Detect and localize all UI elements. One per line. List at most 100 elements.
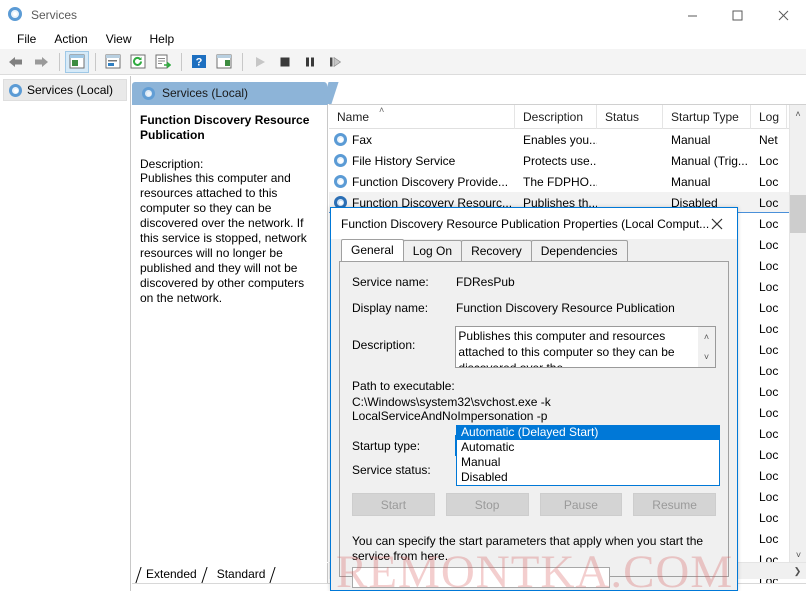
column-header-name[interactable]: Name ˄ — [329, 105, 515, 129]
cell-description: Protects use... — [515, 154, 597, 168]
cell-logon: Loc — [751, 301, 787, 315]
column-header-status[interactable]: Status — [597, 105, 663, 129]
start-service-icon[interactable] — [248, 51, 272, 73]
service-name-row: Service name: FDResPub — [352, 274, 716, 289]
cell-startup: Manual (Trig... — [663, 154, 751, 168]
detail-service-title: Function Discovery Resource Publication — [140, 113, 319, 143]
export-list-icon[interactable] — [151, 51, 175, 73]
start-button[interactable]: Start — [352, 493, 435, 516]
cell-logon: Loc — [751, 406, 787, 420]
menu-view[interactable]: View — [97, 31, 141, 47]
dialog-general-panel: Service name: FDResPub Display name: Fun… — [339, 261, 729, 577]
startup-option-manual[interactable]: Manual — [457, 455, 719, 470]
toolbar-separator — [59, 53, 60, 71]
cell-logon: Loc — [751, 322, 787, 336]
stop-service-icon[interactable] — [273, 51, 297, 73]
service-name-value: FDResPub — [456, 274, 515, 289]
window-title: Services — [31, 8, 77, 22]
startup-option-automatic-delayed-start[interactable]: Automatic (Delayed Start) — [457, 425, 719, 440]
column-header-log-on-as[interactable]: Log — [751, 105, 787, 129]
services-gear-icon — [8, 7, 24, 23]
path-to-executable-label: Path to executable: — [352, 379, 716, 393]
dialog-tab-recovery[interactable]: Recovery — [461, 240, 532, 261]
cell-logon: Loc — [751, 154, 787, 168]
stop-button[interactable]: Stop — [446, 493, 529, 516]
path-to-executable-value: C:\Windows\system32\svchost.exe -k Local… — [352, 395, 716, 423]
service-gear-icon — [334, 154, 347, 167]
description-textbox-value: Publishes this computer and resources at… — [458, 329, 674, 368]
scroll-down-icon[interactable]: ˅ — [790, 546, 806, 563]
description-label: Description: — [352, 326, 455, 368]
column-label-name: Name — [337, 110, 369, 124]
start-parameters-hint: You can specify the start parameters tha… — [352, 534, 716, 564]
dialog-close-button[interactable] — [697, 208, 737, 239]
show-hide-console-tree-icon[interactable] — [65, 51, 89, 73]
resume-button[interactable]: Resume — [633, 493, 716, 516]
dialog-tab-dependencies[interactable]: Dependencies — [531, 240, 628, 261]
sort-ascending-icon: ˄ — [379, 105, 384, 115]
startup-option-disabled[interactable]: Disabled — [457, 470, 719, 485]
tab-extended-label: Extended — [146, 567, 197, 581]
service-name-label: Service name: — [352, 274, 456, 289]
view-tabs: Extended Standard — [132, 563, 328, 583]
table-row[interactable]: Function Discovery Provide...The FDPHO..… — [329, 171, 806, 192]
cell-logon: Loc — [751, 448, 787, 462]
toolbar-separator-2 — [95, 53, 96, 71]
console-tree-pane: Services (Local) — [0, 76, 131, 591]
minimize-button[interactable] — [670, 0, 715, 30]
table-row[interactable]: File History ServiceProtects use... Manua… — [329, 150, 806, 171]
service-control-buttons: Start Stop Pause Resume — [352, 493, 716, 516]
forward-icon[interactable] — [29, 51, 53, 73]
scroll-up-icon[interactable]: ˄ — [704, 329, 709, 345]
startup-option-automatic[interactable]: Automatic — [457, 440, 719, 455]
close-button[interactable] — [760, 0, 806, 30]
cell-name: File History Service — [329, 154, 515, 168]
table-row[interactable]: FaxEnables you...ManualNet — [329, 129, 806, 150]
list-vertical-scrollbar[interactable]: ˄ ˅ — [789, 105, 806, 563]
tab-extended[interactable]: Extended — [136, 566, 207, 583]
cell-logon: Loc — [751, 343, 787, 357]
scroll-thumb[interactable] — [790, 195, 806, 233]
services-gear-icon — [142, 87, 155, 100]
menu-file[interactable]: File — [8, 31, 45, 47]
refresh-icon[interactable] — [126, 51, 150, 73]
dialog-tab-general[interactable]: General — [341, 239, 404, 261]
service-detail-pane: Function Discovery Resource Publication … — [132, 104, 328, 562]
description-row: Description: Publishes this computer and… — [352, 326, 716, 368]
cell-logon: Loc — [751, 238, 787, 252]
svg-text:?: ? — [196, 57, 203, 69]
scroll-right-icon[interactable]: ❯ — [789, 563, 806, 580]
scroll-up-icon[interactable]: ˄ — [790, 105, 806, 122]
description-scrollbar[interactable]: ˄ ˅ — [698, 327, 715, 367]
back-icon[interactable] — [4, 51, 28, 73]
pause-service-icon[interactable] — [298, 51, 322, 73]
detail-description-label: Description: — [140, 157, 319, 171]
startup-type-dropdown-list[interactable]: Automatic (Delayed Start)AutomaticManual… — [456, 425, 720, 486]
cell-logon: Loc — [751, 196, 787, 210]
services-window: Services File Action View Help — [0, 0, 806, 591]
start-parameters-input[interactable] — [352, 567, 610, 588]
menu-action[interactable]: Action — [45, 31, 96, 47]
help-icon[interactable]: ? — [187, 51, 211, 73]
menu-help[interactable]: Help — [141, 31, 184, 47]
tab-standard[interactable]: Standard — [207, 566, 276, 583]
description-textbox[interactable]: Publishes this computer and resources at… — [455, 326, 716, 368]
column-header-description[interactable]: Description — [515, 105, 597, 129]
cell-startup: Manual — [663, 175, 751, 189]
dialog-tab-log-on[interactable]: Log On — [403, 240, 462, 261]
cell-name: Fax — [329, 133, 515, 147]
dialog-tabs: General Log On Recovery Dependencies — [339, 239, 729, 261]
maximize-button[interactable] — [715, 0, 760, 30]
window-controls — [670, 0, 806, 30]
properties-icon[interactable] — [101, 51, 125, 73]
tree-item-services-local[interactable]: Services (Local) — [3, 79, 127, 101]
cell-logon: Loc — [751, 532, 787, 546]
column-header-startup-type[interactable]: Startup Type — [663, 105, 751, 129]
cell-logon: Loc — [751, 427, 787, 441]
restart-service-icon[interactable] — [323, 51, 347, 73]
pause-button[interactable]: Pause — [540, 493, 623, 516]
cell-logon: Loc — [751, 364, 787, 378]
scroll-down-icon[interactable]: ˅ — [704, 349, 709, 365]
detail-description-text: Publishes this computer and resources at… — [140, 171, 319, 306]
show-hide-action-pane-icon[interactable] — [212, 51, 236, 73]
